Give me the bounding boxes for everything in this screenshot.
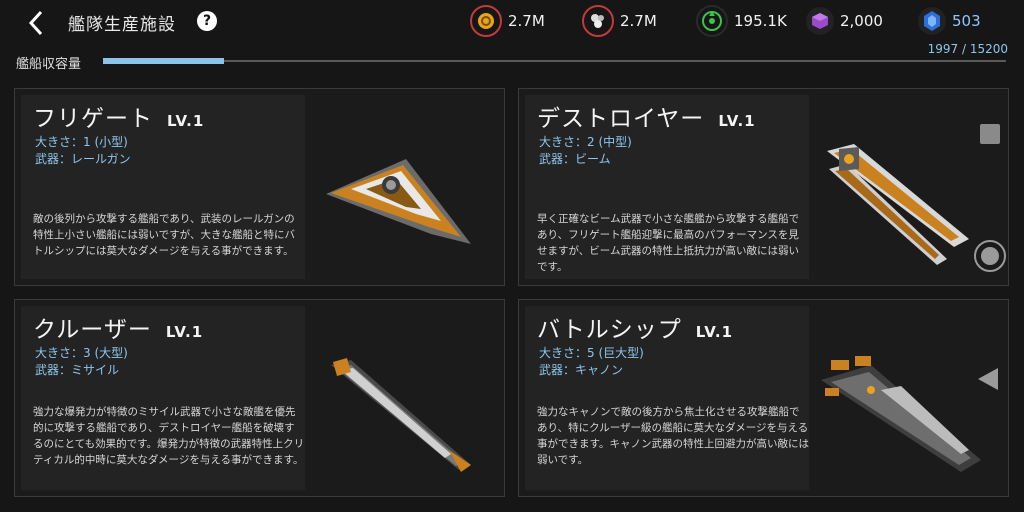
capacity-count: 1997 / 15200 <box>927 42 1008 56</box>
ship-description: 敵の後列から攻撃する艦船であり、武装のレールガンの特性上小さい艦船には弱いですが… <box>33 213 295 257</box>
frigate-ship-icon <box>326 159 471 244</box>
resource-gold[interactable]: 2.7M <box>470 5 545 37</box>
ship-description: 強力なキャノンで敵の後方から焦土化させる攻撃艦船であり、特にクルーザー級の艦船に… <box>537 406 809 466</box>
resource-crystal[interactable]: 2.7M <box>582 5 657 37</box>
ship-level: LV.1 <box>718 112 756 130</box>
resource-value: 2.7M <box>508 12 545 30</box>
ship-name: バトルシップ LV.1 <box>537 317 734 343</box>
ship-weapon: 武器：レールガン <box>35 152 131 166</box>
top-bar: 艦隊生産施設 ? 2.7M 2.7M 195.1K 2,000 503 <box>0 0 1024 46</box>
ship-weapon: 武器：キャノン <box>539 363 624 377</box>
ship-card-cruiser[interactable]: クルーザー LV.1 大きさ：3 (大型) 武器：ミサイル 強力な爆発力が特徴のミ… <box>14 299 505 497</box>
ship-name: フリゲート LV.1 <box>33 106 205 132</box>
ship-weapon: 武器：ビーム <box>539 152 611 166</box>
resource-value: 2,000 <box>840 12 883 30</box>
cruiser-ship-icon <box>331 358 471 472</box>
resource-value: 195.1K <box>734 12 787 30</box>
resource-gem[interactable]: 503 <box>918 6 981 36</box>
ship-size: 大きさ：2 (中型) <box>539 135 632 149</box>
ship-card-frigate[interactable]: フリゲート LV.1 大きさ：1 (小型) 武器：レールガン 敵の後列から攻撃する… <box>14 88 505 286</box>
ship-description: 早く正確なビーム武器で小さな艦艦から攻撃する艦船であり、フリゲート艦船迎撃に最高… <box>537 213 800 273</box>
ship-description: 強力な爆発力が特徴のミサイル武器で小さな敵艦を優先的に攻撃する艦船であり、デスト… <box>33 406 305 466</box>
gold-coin-icon <box>470 5 502 37</box>
battleship-ship-icon <box>821 356 981 472</box>
ship-weapon: 武器：ミサイル <box>35 363 120 377</box>
ship-level: LV.1 <box>167 112 205 130</box>
help-button[interactable]: ? <box>197 11 217 31</box>
page-title: 艦隊生産施設 <box>68 15 176 35</box>
ship-size: 大きさ：3 (大型) <box>35 346 128 360</box>
ship-size: 大きさ：1 (小型) <box>35 135 128 149</box>
capacity-label: 艦船収容量 <box>16 57 82 72</box>
ship-card-destroyer[interactable]: デストロイヤー LV.1 大きさ：2 (中型) 武器：ビーム 早く正確なビーム武器… <box>518 88 1009 286</box>
ship-level: LV.1 <box>165 323 204 341</box>
resource-value: 503 <box>952 12 981 30</box>
green-energy-icon <box>696 5 728 37</box>
crystal-molecule-icon <box>582 5 614 37</box>
home-button[interactable] <box>974 240 1006 272</box>
ship-card-battleship[interactable]: バトルシップ LV.1 大きさ：5 (巨大型) 武器：キャノン 強力なキャノンで敵… <box>518 299 1009 497</box>
ship-size: 大きさ：5 (巨大型) <box>539 346 644 360</box>
destroyer-ship-icon <box>827 144 969 265</box>
ship-level: LV.1 <box>695 323 734 341</box>
capacity-bar-track <box>103 60 1006 62</box>
ship-name: クルーザー LV.1 <box>33 317 204 343</box>
blue-gem-icon <box>918 7 946 35</box>
stop-button[interactable] <box>980 124 1000 144</box>
ship-name: デストロイヤー LV.1 <box>537 106 756 132</box>
back-arrow-icon[interactable] <box>22 8 52 38</box>
back-nav-button[interactable] <box>978 368 998 390</box>
resource-energy[interactable]: 195.1K <box>696 5 787 37</box>
capacity-bar-fill <box>103 58 224 64</box>
resource-value: 2.7M <box>620 12 657 30</box>
purple-cube-icon <box>806 7 834 35</box>
resource-cube[interactable]: 2,000 <box>806 6 883 36</box>
